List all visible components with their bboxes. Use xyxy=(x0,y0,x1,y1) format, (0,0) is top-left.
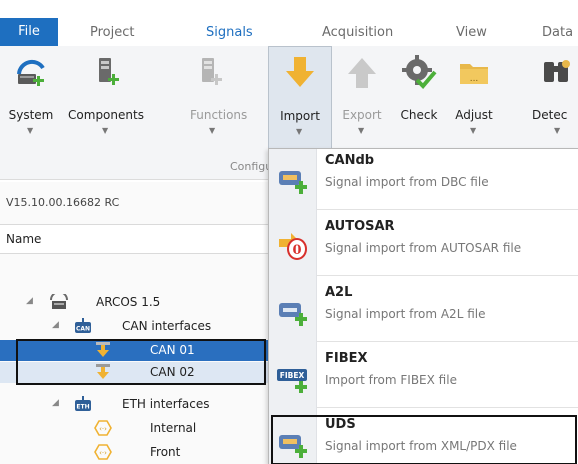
chevron-down-icon: ▼ xyxy=(27,126,34,135)
check-gear-icon xyxy=(402,55,437,89)
chevron-down-icon: ▼ xyxy=(554,126,561,135)
import-arrow-icon xyxy=(286,57,314,87)
eth-port-icon: ‹·› xyxy=(94,444,112,460)
system-button[interactable]: System ▼ xyxy=(0,46,62,158)
tree-item-label: Front xyxy=(150,445,181,459)
eth-port-icon: ‹·› xyxy=(94,420,112,436)
components-label: Components xyxy=(68,108,144,122)
tree-item-can-interfaces[interactable]: ◢ CAN CAN interfaces xyxy=(0,316,270,337)
chevron-down-icon: ▼ xyxy=(470,126,477,135)
eth-icon: ETH xyxy=(75,396,91,411)
tab-data[interactable]: Data xyxy=(542,22,573,44)
menu-divider xyxy=(317,209,578,210)
svg-text:CAN: CAN xyxy=(76,326,90,333)
export-label: Export xyxy=(342,108,382,122)
menu-divider xyxy=(317,341,578,342)
check-label: Check xyxy=(400,108,438,122)
tab-signals[interactable]: Signals xyxy=(206,22,253,44)
menu-item-candb[interactable]: CANdb Signal import from DBC file xyxy=(269,149,578,209)
menu-divider xyxy=(317,275,578,276)
device-icon xyxy=(50,294,68,309)
tab-view[interactable]: View xyxy=(456,22,487,44)
import-dropdown-menu: CANdb Signal import from DBC file 0 AUTO… xyxy=(268,148,578,464)
can-icon: CAN xyxy=(75,318,91,333)
menu-item-title: CANdb xyxy=(325,153,375,168)
export-button[interactable]: Export ▼ xyxy=(332,46,392,158)
menu-item-subtitle: Signal import from DBC file xyxy=(325,175,489,189)
highlight-box xyxy=(16,339,266,385)
functions-button[interactable]: Functions ▼ xyxy=(150,46,268,158)
tree-item-label: ETH interfaces xyxy=(122,397,210,411)
tree-item-label: Internal xyxy=(150,421,197,435)
menu-item-autosar[interactable]: 0 AUTOSAR Signal import from AUTOSAR fil… xyxy=(269,215,578,275)
adjust-folder-icon: ... xyxy=(460,64,488,84)
highlight-box xyxy=(271,415,577,464)
menu-item-a2l[interactable]: A2L Signal import from A2L file xyxy=(269,281,578,341)
menu-item-subtitle: Signal import from AUTOSAR file xyxy=(325,241,522,255)
chevron-down-icon: ▼ xyxy=(102,126,109,135)
tree-item-label: ARCOS 1.5 xyxy=(96,295,161,309)
detect-button[interactable]: Detec ▼ xyxy=(528,46,578,158)
chevron-down-icon: ▼ xyxy=(358,126,365,135)
name-column-header[interactable]: Name xyxy=(0,224,270,254)
svg-text:0: 0 xyxy=(292,243,301,258)
project-tree-panel: V15.10.00.16682 RC Name ◢ ARCOS 1.5 ◢ CA… xyxy=(0,182,270,464)
system-label: System xyxy=(8,108,54,122)
tab-project[interactable]: Project xyxy=(90,22,134,44)
candb-icon xyxy=(279,171,307,194)
autosar-icon: 0 xyxy=(279,233,307,260)
menu-bar: File Project Signals Acquisition View Da… xyxy=(0,0,578,46)
functions-label: Functions xyxy=(190,108,248,122)
import-label: Import xyxy=(280,109,320,123)
system-icon xyxy=(17,59,45,86)
collapse-icon[interactable]: ◢ xyxy=(26,296,33,306)
chevron-down-icon: ▼ xyxy=(209,126,216,135)
menu-divider xyxy=(317,407,578,408)
svg-text:‹·›: ‹·› xyxy=(99,449,107,457)
export-arrow-icon xyxy=(348,58,376,88)
version-label: V15.10.00.16682 RC xyxy=(6,196,120,209)
a2l-icon xyxy=(279,303,307,326)
svg-text:FIBEX: FIBEX xyxy=(280,371,305,380)
tree-item-internal[interactable]: ‹·› Internal xyxy=(0,418,270,439)
svg-text:ETH: ETH xyxy=(76,404,89,411)
svg-text:‹·›: ‹·› xyxy=(99,425,107,433)
check-button[interactable]: Check xyxy=(392,46,446,158)
collapse-icon[interactable]: ◢ xyxy=(52,398,59,408)
menu-item-fibex[interactable]: FIBEX FIBEX Import from FIBEX file xyxy=(269,347,578,407)
functions-icon xyxy=(202,58,222,85)
detect-binoculars-icon xyxy=(544,60,570,82)
menu-item-title: FIBEX xyxy=(325,351,368,366)
menu-item-title: A2L xyxy=(325,285,353,300)
adjust-label: Adjust xyxy=(455,108,493,122)
components-button[interactable]: Components ▼ xyxy=(62,46,150,158)
components-icon xyxy=(99,58,119,85)
tree-item-eth-interfaces[interactable]: ◢ ETH ETH interfaces xyxy=(0,394,270,415)
column-header-label: Name xyxy=(6,232,42,246)
menu-item-subtitle: Signal import from A2L file xyxy=(325,307,486,321)
tree-item-label: CAN interfaces xyxy=(122,319,212,333)
menu-item-title: AUTOSAR xyxy=(325,219,395,234)
import-button[interactable]: Import ▼ xyxy=(268,46,332,160)
detect-label: Detec xyxy=(532,108,568,122)
tab-file[interactable]: File xyxy=(0,18,58,46)
svg-text:...: ... xyxy=(470,74,479,84)
tab-acquisition[interactable]: Acquisition xyxy=(322,22,393,44)
collapse-icon[interactable]: ◢ xyxy=(52,320,59,330)
ribbon-group-label: Configu xyxy=(230,160,273,173)
tree-item-front[interactable]: ‹·› Front xyxy=(0,442,270,463)
menu-item-subtitle: Import from FIBEX file xyxy=(325,373,457,387)
fibex-icon: FIBEX xyxy=(277,369,307,393)
tree-item-arcos[interactable]: ◢ ARCOS 1.5 xyxy=(0,292,270,313)
chevron-down-icon: ▼ xyxy=(296,127,303,136)
adjust-button[interactable]: ... Adjust ▼ xyxy=(446,46,502,158)
